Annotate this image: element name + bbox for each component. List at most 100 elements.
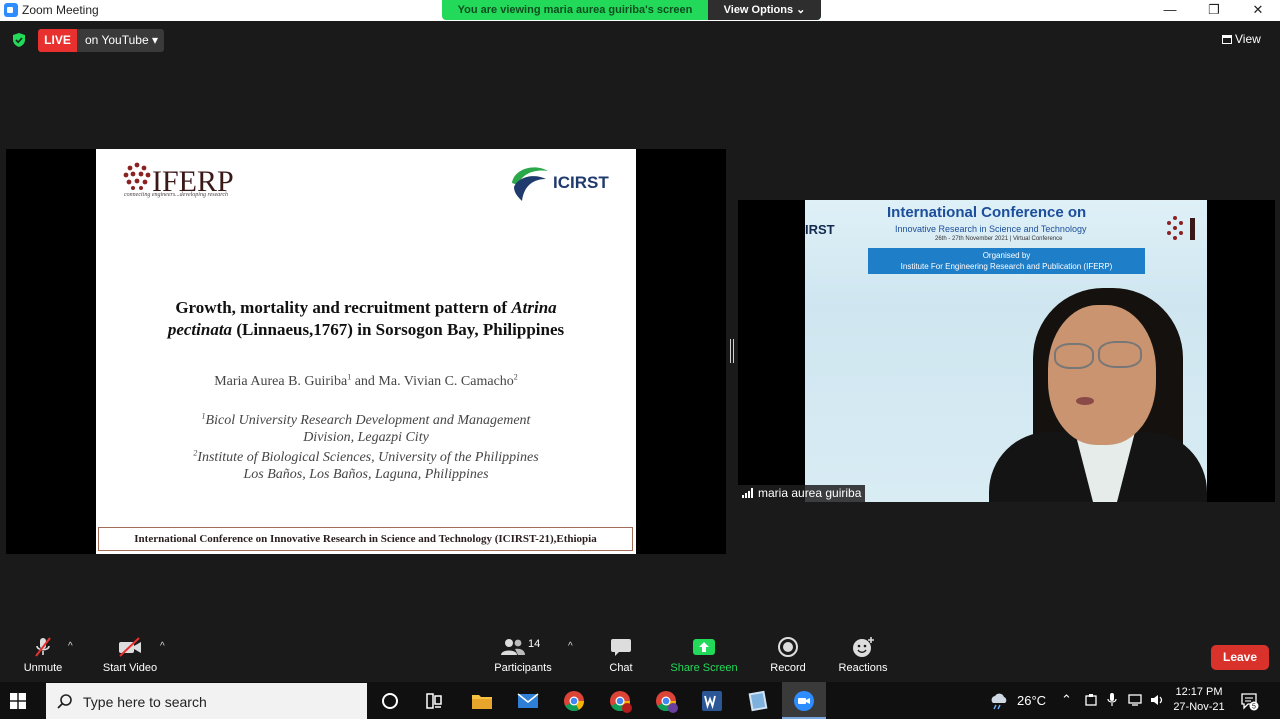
- notification-count: 5: [1252, 704, 1256, 711]
- share-screen-button[interactable]: Share Screen: [670, 636, 738, 674]
- taskbar-clock[interactable]: 12:17 PM 27-Nov-21: [1166, 685, 1232, 715]
- chat-label: Chat: [609, 662, 633, 674]
- chrome-profile-icon[interactable]: [607, 688, 633, 714]
- author-superscript: 2: [513, 372, 518, 382]
- slide-authors: Maria Aurea B. Guiriba1 and Ma. Vivian C…: [126, 372, 606, 390]
- split-view-divider[interactable]: [730, 339, 734, 363]
- chrome-icon[interactable]: [561, 688, 587, 714]
- viewing-banner-text: You are viewing maria aurea guiriba's sc…: [457, 4, 693, 16]
- affiliation-2: 2Institute of Biological Sciences, Unive…: [126, 449, 606, 483]
- start-video-label: Start Video: [102, 662, 158, 674]
- view-button-label: View: [1235, 32, 1261, 46]
- tray-overflow-chevron-icon[interactable]: ⌃: [1061, 692, 1072, 708]
- close-button[interactable]: ✕: [1236, 0, 1280, 21]
- author-name: Maria Aurea B. Guiriba: [214, 374, 348, 389]
- video-off-icon: [119, 637, 141, 657]
- background-conference-date: 26th - 27th November 2021 | Virtual Conf…: [935, 236, 1063, 242]
- task-view-icon[interactable]: [421, 688, 447, 714]
- view-grid-icon: [1222, 35, 1232, 44]
- participant-video-feed: IRST International Conference on Innovat…: [805, 200, 1207, 502]
- glasses-icon: [1098, 341, 1142, 368]
- share-screen-icon: [693, 639, 715, 655]
- participants-button[interactable]: 14 Participants: [492, 636, 554, 674]
- tray-app-icon[interactable]: [1084, 693, 1098, 707]
- windows-taskbar: Type here to search 26°C ⌃ 12:17 PM 27-N…: [0, 682, 1280, 719]
- search-icon: [57, 694, 72, 709]
- notes-app-icon[interactable]: [745, 688, 771, 714]
- clock-date: 27-Nov-21: [1173, 701, 1225, 713]
- notification-center-icon[interactable]: 5: [1240, 691, 1260, 711]
- zoom-taskbar-icon[interactable]: [791, 688, 817, 714]
- icirst-logo: ICIRST: [508, 161, 610, 205]
- slide-title-part: Growth, mortality and recruitment patter…: [175, 298, 512, 317]
- person-mouth: [1076, 397, 1094, 405]
- affiliation-line: Institute of Biological Sciences, Univer…: [197, 450, 539, 465]
- muted-microphone-icon: [35, 637, 51, 657]
- live-badge[interactable]: LIVE: [38, 29, 77, 52]
- participants-options-caret[interactable]: ^: [568, 641, 573, 652]
- weather-rain-icon[interactable]: [988, 691, 1010, 711]
- slide-footer: International Conference on Innovative R…: [98, 527, 633, 551]
- glasses-icon: [1054, 343, 1094, 369]
- microphone-tray-icon[interactable]: [1106, 692, 1118, 708]
- signal-strength-icon: [742, 488, 756, 498]
- reactions-label: Reactions: [838, 662, 888, 674]
- chat-bubble-icon: [611, 639, 631, 656]
- affiliation-line: Los Baños, Los Baños, Laguna, Philippine…: [243, 466, 489, 482]
- file-explorer-icon[interactable]: [469, 688, 495, 714]
- share-screen-label: Share Screen: [670, 662, 738, 674]
- clock-time: 12:17 PM: [1175, 686, 1223, 698]
- participants-count: 14: [528, 638, 541, 650]
- record-icon: [778, 637, 798, 657]
- cortana-icon[interactable]: [377, 688, 403, 714]
- presentation-slide: IFERP connecting engineers...developing …: [96, 149, 636, 554]
- person-face: [1048, 305, 1156, 445]
- windows-start-icon[interactable]: [10, 693, 26, 709]
- iferp-logo: IFERP connecting engineers...developing …: [120, 159, 240, 199]
- slide-title-species-name: pectinata: [167, 320, 233, 339]
- slide-title-part: (Linnaeus,1767) in Sorsogon Bay, Philipp…: [232, 320, 565, 339]
- screen-share-banner: You are viewing maria aurea guiriba's sc…: [442, 0, 821, 20]
- participant-name-tag: maria aurea guiriba: [738, 485, 866, 502]
- view-button[interactable]: View: [1222, 32, 1261, 46]
- background-organiser-box: Organised by Institute For Engineering R…: [868, 248, 1145, 274]
- affiliation-line: Division, Legazpi City: [303, 429, 429, 445]
- record-button[interactable]: Record: [768, 636, 808, 674]
- view-options-button[interactable]: View Options ⌄: [708, 0, 821, 20]
- audio-options-caret[interactable]: ^: [68, 641, 73, 652]
- security-shield-icon[interactable]: [12, 33, 26, 47]
- word-icon[interactable]: [699, 688, 725, 714]
- background-icirst-text: IRST: [805, 222, 835, 237]
- iferp-globe-icon: [123, 162, 151, 190]
- participant-name: maria aurea guiriba: [758, 486, 862, 500]
- slide-title: Growth, mortality and recruitment patter…: [126, 297, 606, 341]
- taskbar-search-box[interactable]: Type here to search: [46, 683, 367, 719]
- video-options-caret[interactable]: ^: [160, 641, 165, 652]
- leave-button[interactable]: Leave: [1211, 645, 1269, 670]
- live-destination-dropdown[interactable]: on YouTube ▾: [77, 29, 164, 52]
- author-name: and Ma. Vivian C. Camacho: [351, 374, 514, 389]
- background-iferp-logo: [1167, 216, 1195, 240]
- icirst-swoosh-icon: [512, 167, 548, 201]
- reactions-button[interactable]: Reactions: [836, 636, 890, 674]
- volume-icon[interactable]: [1149, 692, 1165, 708]
- background-conference-title: International Conference on: [887, 204, 1087, 221]
- organised-by-label: Organised by: [982, 251, 1031, 260]
- chat-button[interactable]: Chat: [604, 636, 638, 674]
- organiser-name: Institute For Engineering Research and P…: [900, 262, 1113, 271]
- iferp-tagline: connecting engineers...developing resear…: [124, 192, 229, 198]
- mail-icon[interactable]: [515, 688, 541, 714]
- chrome-profile-m-icon[interactable]: [653, 688, 679, 714]
- affiliation-line: Bicol University Research Development an…: [205, 413, 531, 428]
- unmute-label: Unmute: [23, 662, 63, 674]
- unmute-button[interactable]: Unmute: [20, 636, 66, 674]
- icirst-logo-text: ICIRST: [553, 173, 609, 192]
- reactions-smiley-icon: [853, 637, 874, 657]
- restore-button[interactable]: ❐: [1192, 0, 1236, 21]
- affiliation-1: 1Bicol University Research Development a…: [126, 412, 606, 446]
- network-icon[interactable]: [1127, 693, 1143, 707]
- start-video-button[interactable]: Start Video: [100, 636, 160, 674]
- weather-temperature[interactable]: 26°C: [1017, 693, 1046, 708]
- minimize-button[interactable]: —: [1148, 0, 1192, 21]
- slide-title-species-genus: Atrina: [511, 298, 557, 317]
